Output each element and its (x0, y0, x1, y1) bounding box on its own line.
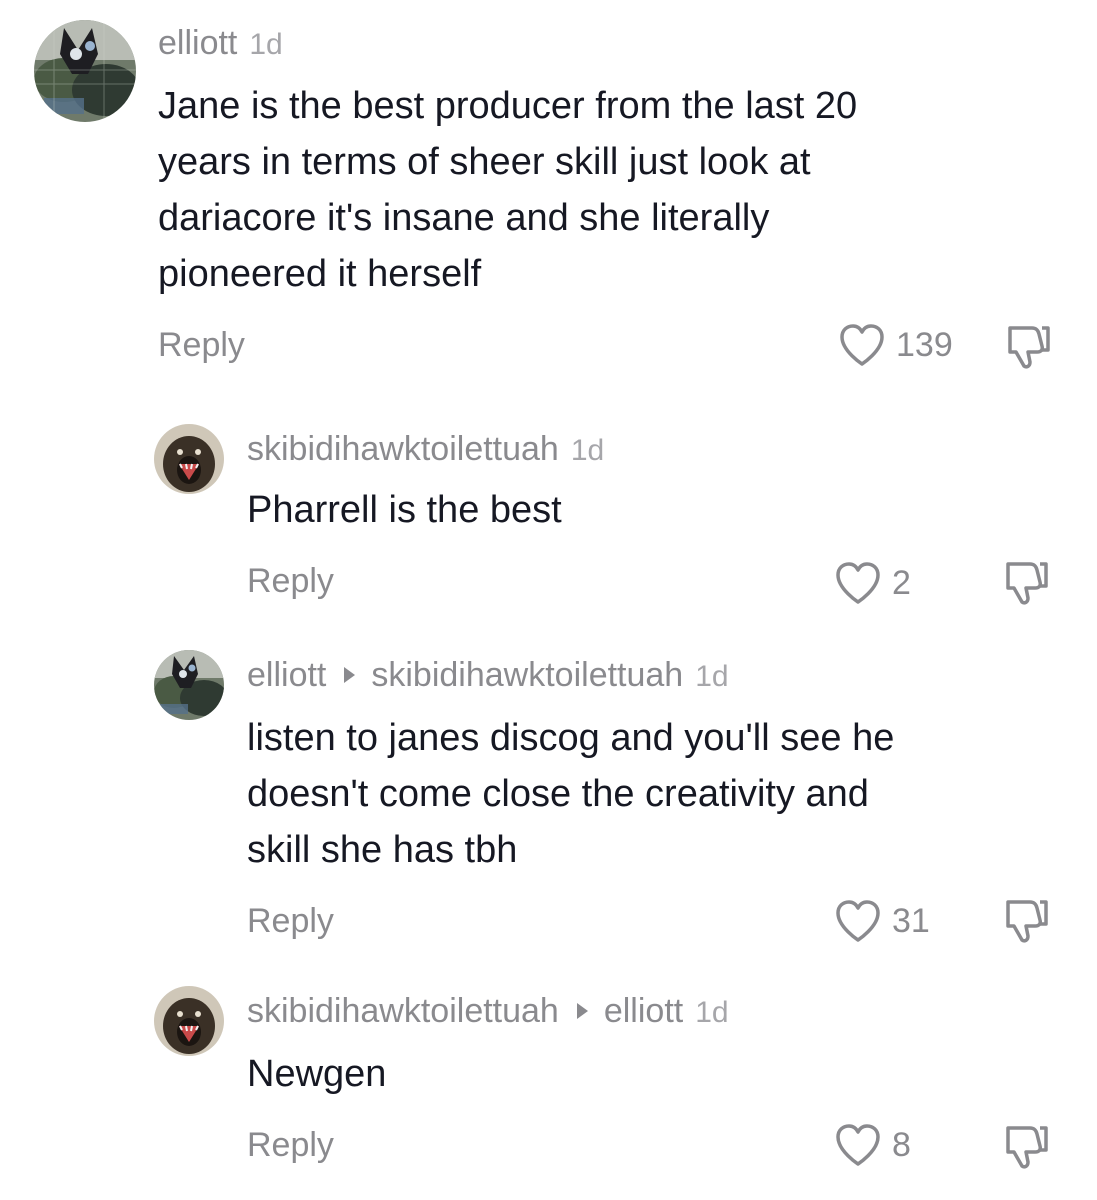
reply-to-username[interactable]: skibidihawktoilettuah (371, 656, 683, 695)
comment-text-line: Newgen (247, 1053, 387, 1095)
reply-to-username[interactable]: elliott (604, 992, 683, 1031)
comment-text-line: years in terms of sheer skill just look … (158, 141, 811, 183)
dislike-button[interactable] (1000, 1120, 1052, 1170)
reply-item: elliott skibidihawktoilettuah 1d listen … (0, 640, 1097, 980)
triangle-right-icon (576, 1003, 588, 1019)
comment-text-line: skill she has tbh (247, 829, 518, 871)
comment-text-line: listen to janes discog and you'll see he (247, 717, 895, 759)
thumbs-down-outline-icon (1002, 320, 1054, 370)
avatar[interactable] (154, 986, 224, 1056)
dislike-button[interactable] (1002, 320, 1054, 370)
username[interactable]: elliott (247, 656, 326, 695)
avatar[interactable] (154, 424, 224, 494)
timestamp: 1d (695, 660, 729, 693)
reply-item: skibidihawktoilettuah elliott 1d Newgen … (0, 980, 1097, 1200)
reply-button[interactable]: Reply (247, 1126, 334, 1165)
heart-outline-icon (838, 322, 886, 368)
comment-text-line: dariacore it's insane and she literally (158, 197, 770, 239)
thumbs-down-outline-icon (1000, 1120, 1052, 1170)
comment-header: skibidihawktoilettuah elliott 1d (247, 992, 729, 1031)
like-count: 2 (892, 563, 911, 602)
reply-button[interactable]: Reply (247, 902, 334, 941)
heart-outline-icon (834, 560, 882, 606)
like-count: 139 (896, 325, 953, 364)
comment-header: skibidihawktoilettuah 1d (247, 430, 604, 469)
comment-header: elliott 1d (158, 24, 283, 63)
reply-button[interactable]: Reply (247, 562, 334, 601)
like-button[interactable]: 8 (834, 1122, 911, 1168)
reply-item: skibidihawktoilettuah 1d Pharrell is the… (0, 400, 1097, 640)
heart-outline-icon (834, 898, 882, 944)
timestamp: 1d (570, 434, 605, 467)
triangle-right-icon (344, 667, 356, 683)
heart-outline-icon (834, 1122, 882, 1168)
timestamp: 1d (249, 28, 283, 61)
comment-text-line: Pharrell is the best (247, 489, 562, 531)
thumbs-down-outline-icon (1000, 556, 1052, 606)
like-count: 8 (892, 1125, 911, 1164)
thumbs-down-outline-icon (1000, 894, 1052, 944)
comment-item: elliott 1d Jane is the best producer fro… (0, 0, 1097, 400)
dislike-button[interactable] (1000, 894, 1052, 944)
like-count: 31 (892, 901, 930, 940)
like-button[interactable]: 139 (838, 322, 953, 368)
comment-text-line: Jane is the best producer from the last … (158, 85, 858, 127)
like-button[interactable]: 31 (834, 898, 930, 944)
username[interactable]: elliott (158, 24, 237, 63)
reply-button[interactable]: Reply (158, 326, 245, 365)
comment-text: Newgen (247, 1046, 386, 1102)
comment-text-line: pioneered it herself (158, 253, 482, 295)
comment-text: listen to janes discog and you'll see he… (247, 710, 894, 878)
comment-text: Jane is the best producer from the last … (158, 78, 857, 302)
avatar[interactable] (154, 650, 224, 720)
comment-text: Pharrell is the best (247, 482, 562, 538)
avatar[interactable] (34, 20, 136, 122)
username[interactable]: skibidihawktoilettuah (247, 430, 559, 469)
comment-header: elliott skibidihawktoilettuah 1d (247, 656, 729, 695)
like-button[interactable]: 2 (834, 560, 911, 606)
dislike-button[interactable] (1000, 556, 1052, 606)
comment-text-line: doesn't come close the creativity and (247, 773, 869, 815)
username[interactable]: skibidihawktoilettuah (247, 992, 559, 1031)
timestamp: 1d (695, 996, 729, 1029)
